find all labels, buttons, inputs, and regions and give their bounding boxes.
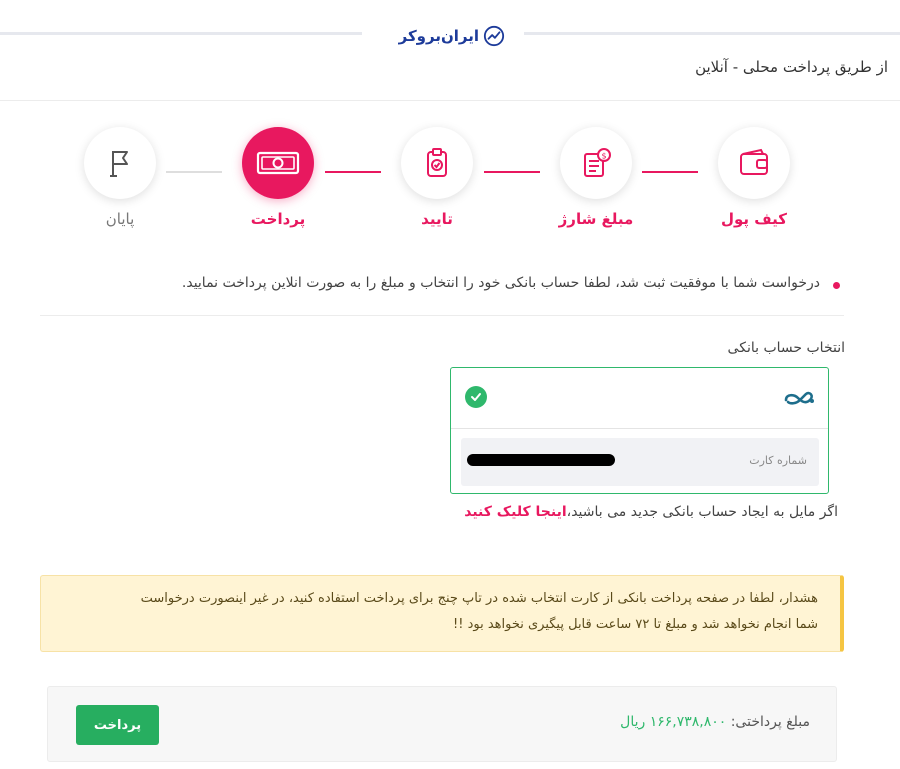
step-confirm bbox=[401, 127, 473, 199]
pay-button[interactable]: پرداخت bbox=[76, 705, 159, 745]
warning-line-2: شما انجام نخواهد شد و مبلغ تا ۷۲ ساعت قا… bbox=[453, 617, 818, 632]
svg-text:$: $ bbox=[601, 152, 606, 161]
banknote-icon bbox=[256, 151, 300, 175]
step-charge-amount: $ bbox=[560, 127, 632, 199]
brand-name: ایران‌بروکر bbox=[398, 27, 479, 45]
wallet-icon bbox=[740, 148, 768, 175]
step-connector-pending bbox=[166, 171, 222, 173]
warning-alert: هشدار، لطفا در صفحه پرداخت بانکی از کارت… bbox=[40, 575, 844, 652]
info-message: درخواست شما با موفقیت ثبت شد، لطفا حساب … bbox=[181, 275, 820, 291]
payment-amount-value: ۱۶۶,۷۳۸,۸۰۰ ریال bbox=[620, 714, 727, 730]
warning-line-1: هشدار، لطفا در صفحه پرداخت بانکی از کارت… bbox=[140, 591, 818, 606]
bank-account-card[interactable]: شماره کارت bbox=[450, 367, 829, 494]
step-label-confirm: تایید bbox=[421, 210, 453, 228]
step-label-finish: پایان bbox=[105, 210, 135, 228]
infinity-bank-logo-icon bbox=[784, 391, 814, 405]
payment-amount-label: مبلغ پرداختی: bbox=[730, 714, 810, 730]
step-connector bbox=[484, 171, 540, 173]
header-line-right bbox=[524, 32, 900, 35]
clipboard-check-icon bbox=[427, 148, 447, 177]
step-label-wallet: کیف پول bbox=[721, 210, 787, 228]
new-account-prompt: اگر مایل به ایجاد حساب بانکی جدید می باش… bbox=[464, 504, 838, 520]
card-divider bbox=[451, 428, 828, 429]
step-finish bbox=[84, 127, 156, 199]
card-number-field: شماره کارت bbox=[461, 438, 819, 486]
step-payment bbox=[242, 127, 314, 199]
step-connector bbox=[642, 171, 698, 173]
flag-icon bbox=[110, 151, 128, 177]
card-number-label: شماره کارت bbox=[749, 454, 807, 467]
info-divider bbox=[40, 315, 844, 316]
header-line-left bbox=[0, 32, 362, 35]
payment-amount: مبلغ پرداختی: ۱۶۶,۷۳۸,۸۰۰ ریال bbox=[620, 714, 810, 730]
bank-account-label: انتخاب حساب بانکی bbox=[727, 340, 845, 356]
payment-summary: مبلغ پرداختی: ۱۶۶,۷۳۸,۸۰۰ ریال پرداخت bbox=[47, 686, 837, 762]
info-bullet bbox=[833, 282, 840, 289]
new-account-link[interactable]: اینجا کلیک کنید bbox=[464, 504, 566, 520]
new-account-text: اگر مایل به ایجاد حساب بانکی جدید می باش… bbox=[566, 504, 838, 520]
growth-chart-icon bbox=[483, 25, 505, 47]
invoice-dollar-icon: $ bbox=[584, 148, 611, 177]
step-wallet bbox=[718, 127, 790, 199]
step-connector bbox=[325, 171, 381, 173]
brand-logo[interactable]: ایران‌بروکر bbox=[385, 24, 505, 48]
check-circle-icon bbox=[465, 386, 487, 408]
header-divider bbox=[0, 100, 900, 101]
step-label-charge-amount: مبلغ شارژ bbox=[558, 210, 634, 228]
card-number-redacted bbox=[467, 454, 615, 466]
page-title: از طریق پرداخت محلی - آنلاین bbox=[695, 58, 888, 76]
step-label-payment: پرداخت bbox=[250, 210, 306, 228]
